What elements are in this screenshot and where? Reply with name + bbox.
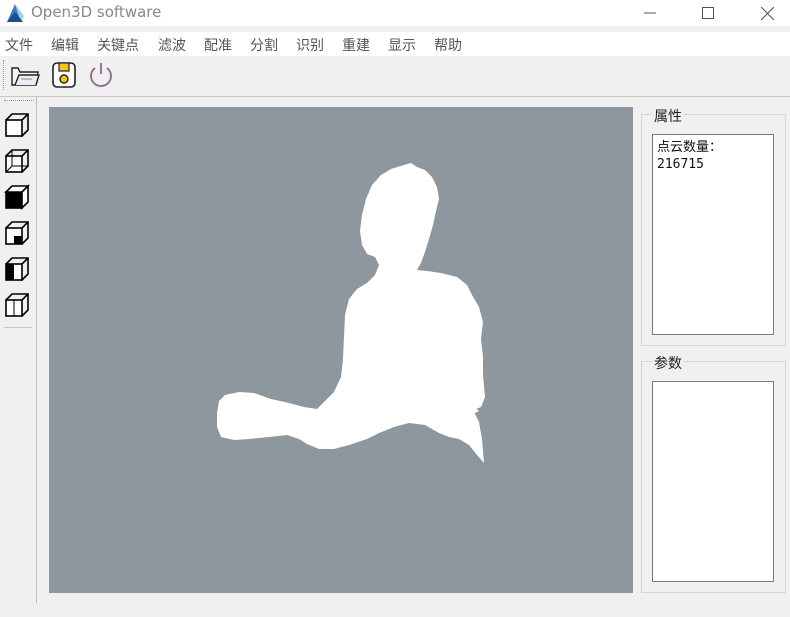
menu-display[interactable]: 显示: [388, 35, 416, 55]
view-right-button[interactable]: [3, 291, 31, 319]
parameters-group: 参数: [641, 353, 786, 593]
maximize-button[interactable]: [685, 0, 731, 26]
view-front-button[interactable]: [3, 111, 31, 139]
maximize-icon: [702, 7, 714, 19]
window-title: Open3D software: [31, 3, 162, 21]
properties-text-box[interactable]: 点云数量： 216715: [652, 134, 774, 335]
menu-recognition[interactable]: 识别: [296, 35, 324, 55]
menu-edit[interactable]: 编辑: [51, 35, 79, 55]
save-button[interactable]: [48, 59, 80, 91]
menu-reconstruction[interactable]: 重建: [342, 35, 370, 55]
close-button[interactable]: [744, 0, 790, 26]
view-top-button[interactable]: [3, 183, 31, 211]
main-toolbar: [0, 56, 790, 97]
view-back-button[interactable]: [3, 147, 31, 175]
view-toolbar-separator: [4, 327, 32, 328]
properties-title: 属性: [652, 106, 684, 126]
view-cube-back-icon: [5, 149, 29, 173]
toolbar-grip: [3, 60, 4, 90]
power-button[interactable]: [85, 59, 117, 91]
view-cube-top-icon: [4, 184, 30, 210]
open-folder-icon: [11, 67, 40, 86]
point-cloud-body: [217, 163, 485, 463]
menu-help[interactable]: 帮助: [434, 35, 462, 55]
view-toolbar-grip: [4, 100, 34, 101]
save-disk-icon: [52, 62, 76, 88]
menu-keypoints[interactable]: 关键点: [97, 35, 139, 55]
point-cloud-silhouette: [217, 163, 485, 463]
parameters-text-box[interactable]: [652, 381, 774, 582]
point-count-label: 点云数量：: [657, 140, 723, 155]
power-icon: [90, 63, 112, 87]
properties-group: 属性 点云数量： 216715: [641, 106, 786, 346]
view-cube-bottom-icon: [5, 221, 29, 245]
minimize-icon: [644, 12, 656, 14]
menu-segmentation[interactable]: 分割: [250, 35, 278, 55]
view-cube-right-icon: [5, 293, 29, 317]
menu-filter[interactable]: 滤波: [158, 35, 186, 55]
minimize-button[interactable]: [627, 0, 673, 26]
view-left-button[interactable]: [3, 255, 31, 283]
parameters-title: 参数: [652, 353, 684, 373]
view-cube-left-icon: [5, 257, 29, 281]
open-button[interactable]: [9, 59, 41, 91]
3d-viewport[interactable]: [49, 107, 633, 593]
view-cube-front-icon: [5, 113, 29, 137]
view-bottom-button[interactable]: [3, 219, 31, 247]
menu-file[interactable]: 文件: [5, 35, 33, 55]
point-count-value: 216715: [657, 157, 704, 172]
menu-bar: 文件 编辑 关键点 滤波 配准 分割 识别 重建 显示 帮助: [0, 32, 790, 56]
view-toolbar: [0, 97, 37, 603]
close-icon: [760, 6, 774, 20]
title-bar: Open3D software: [0, 0, 790, 26]
app-logo-icon: [7, 4, 24, 22]
menu-registration[interactable]: 配准: [204, 35, 232, 55]
